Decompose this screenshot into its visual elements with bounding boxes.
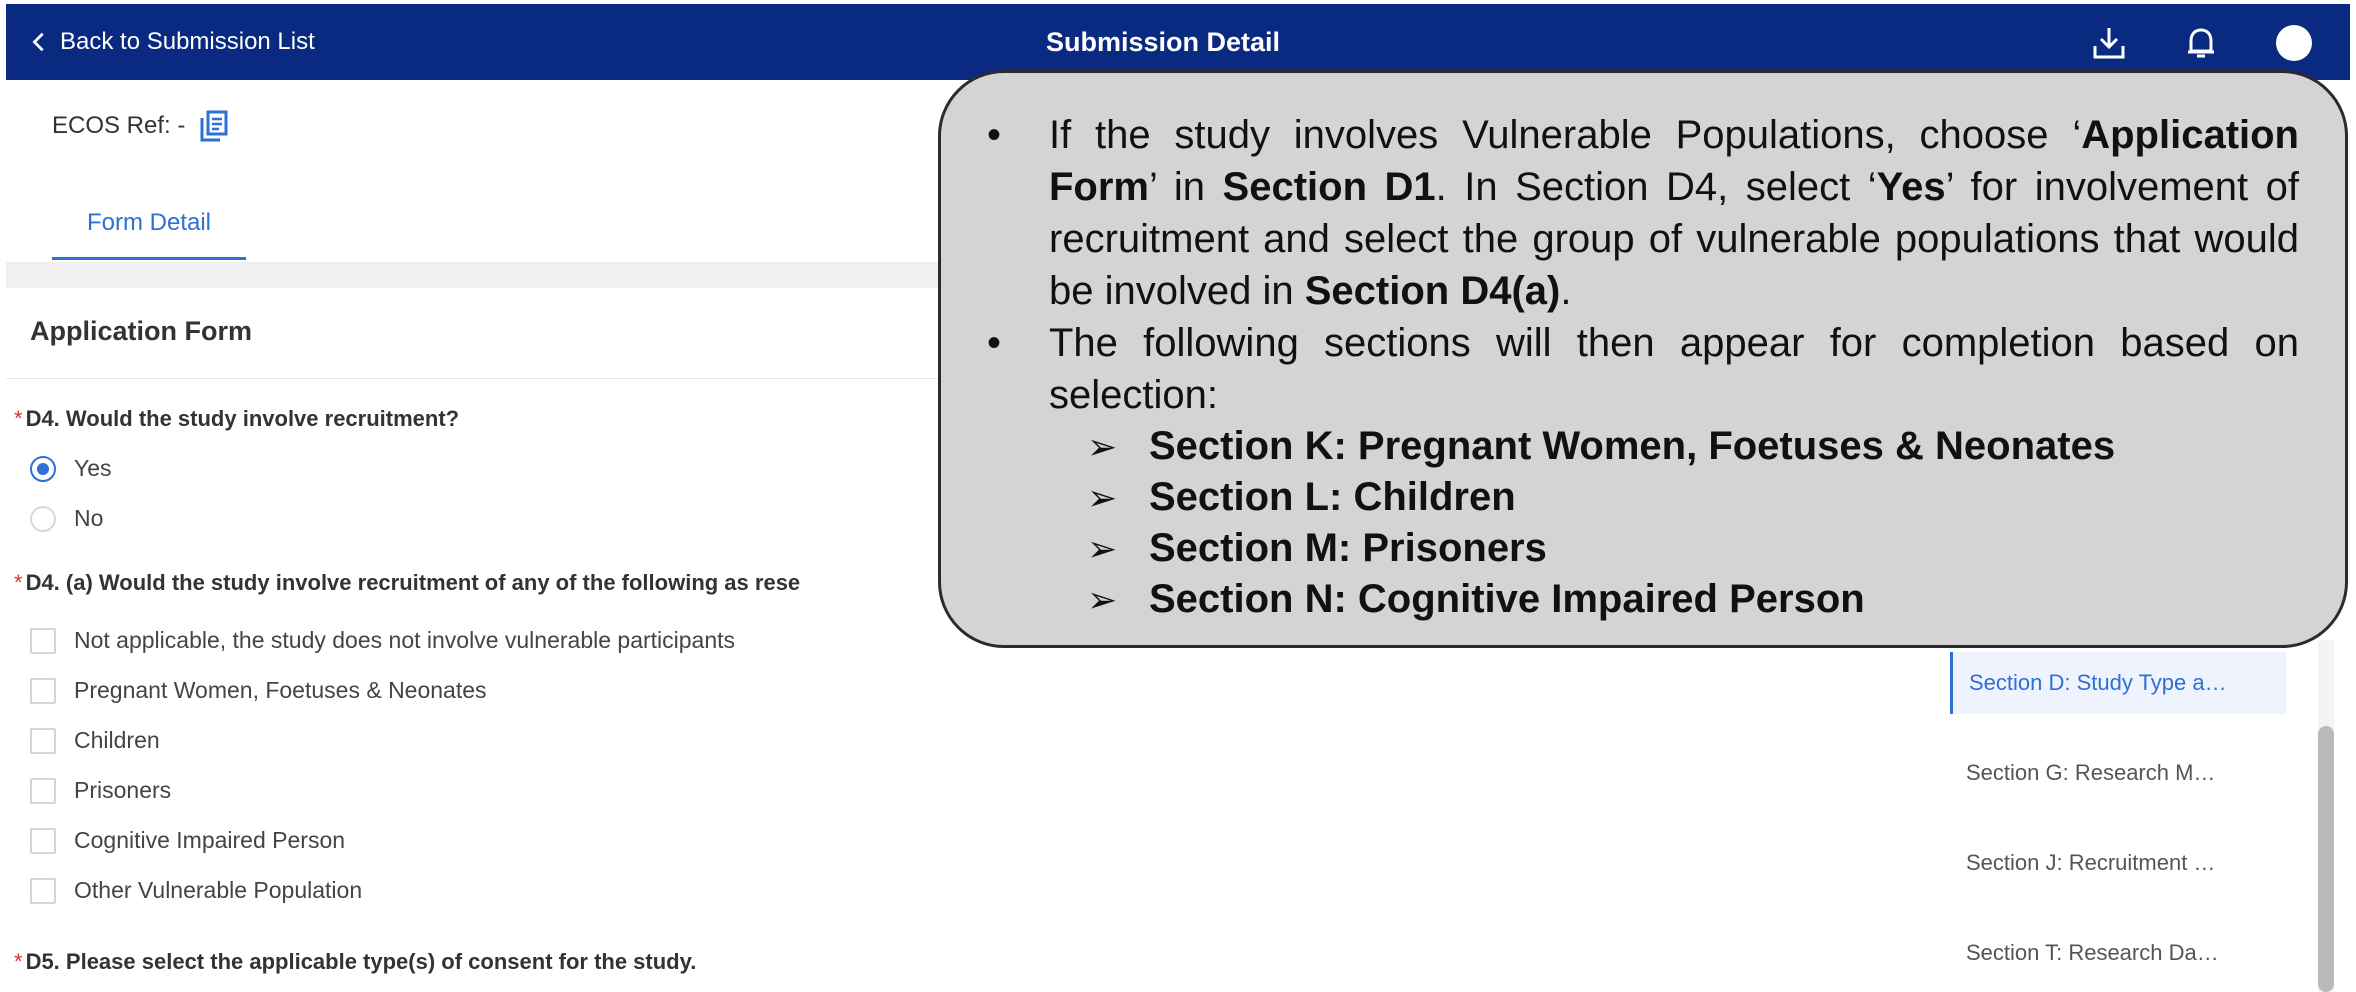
required-marker: * bbox=[14, 406, 23, 431]
checkbox-option-prisoners[interactable]: Prisoners bbox=[30, 777, 171, 804]
checkbox-label: Prisoners bbox=[74, 777, 172, 803]
checkbox-label: Children bbox=[74, 727, 160, 753]
section-list: Section K: Pregnant Women, Foetuses & Ne… bbox=[1087, 421, 2299, 625]
question-d4a: * D4. (a) Would the study involve recruit… bbox=[14, 570, 800, 596]
checkbox-option-pregnant-women[interactable]: Pregnant Women, Foetuses & Neonates bbox=[30, 677, 487, 704]
radio-button-selected[interactable] bbox=[30, 455, 56, 482]
radio-option-no[interactable]: No bbox=[30, 505, 103, 532]
back-to-submission-list-link[interactable]: Back to Submission List bbox=[28, 4, 315, 80]
instruction-bullet-2: The following sections will then appear … bbox=[987, 317, 2299, 625]
question-d4a-label: D4. (a) Would the study involve recruitm… bbox=[25, 570, 801, 595]
ecos-ref: ECOS Ref: - bbox=[52, 110, 229, 142]
section-list-item: Section N: Cognitive Impaired Person bbox=[1087, 574, 2299, 625]
form-section-title: Application Form bbox=[30, 316, 252, 346]
nav-item-section-j[interactable]: Section J: Recruitment … bbox=[1950, 832, 2286, 894]
copy-icon[interactable] bbox=[199, 110, 229, 142]
checkbox-label: Pregnant Women, Foetuses & Neonates bbox=[74, 677, 487, 703]
checkbox-option-children[interactable]: Children bbox=[30, 727, 160, 754]
instruction-list: If the study involves Vulnerable Populat… bbox=[941, 109, 2351, 625]
tab-form-detail-label: Form Detail bbox=[86, 209, 212, 236]
question-d5: * D5. Please select the applicable type(s… bbox=[14, 949, 696, 975]
question-d4-label: D4. Would the study involve recruitment? bbox=[25, 406, 460, 431]
required-marker: * bbox=[14, 570, 23, 595]
instruction-callout: If the study involves Vulnerable Populat… bbox=[938, 70, 2348, 648]
section-nav: Section D: Study Type a… Section G: Rese… bbox=[1950, 640, 2288, 992]
checkbox-label: Cognitive Impaired Person bbox=[74, 827, 346, 853]
scrollbar-thumb[interactable] bbox=[2318, 726, 2334, 992]
instruction-bullet-1: If the study involves Vulnerable Populat… bbox=[987, 109, 2299, 317]
radio-option-yes[interactable]: Yes bbox=[30, 455, 112, 482]
checkbox-option-cognitive-impaired[interactable]: Cognitive Impaired Person bbox=[30, 827, 345, 854]
ecos-ref-label: ECOS Ref: - bbox=[52, 112, 186, 139]
radio-option-yes-label: Yes bbox=[74, 455, 112, 481]
section-list-item: Section M: Prisoners bbox=[1087, 523, 2299, 574]
nav-item-section-g[interactable]: Section G: Research M… bbox=[1950, 742, 2286, 804]
checkbox[interactable] bbox=[30, 827, 56, 854]
back-link-label: Back to Submission List bbox=[60, 28, 315, 55]
nav-item-section-t[interactable]: Section T: Research Da… bbox=[1950, 922, 2286, 984]
tab-form-detail[interactable]: Form Detail bbox=[52, 200, 246, 260]
checkbox[interactable] bbox=[30, 677, 56, 704]
checkbox-option-other-vulnerable[interactable]: Other Vulnerable Population bbox=[30, 877, 362, 904]
checkbox-label: Not applicable, the study does not invol… bbox=[74, 627, 736, 653]
radio-option-no-label: No bbox=[74, 505, 104, 531]
section-list-item: Section L: Children bbox=[1087, 472, 2299, 523]
nav-item-section-d[interactable]: Section D: Study Type a… bbox=[1950, 652, 2286, 714]
question-d5-label: D5. Please select the applicable type(s)… bbox=[25, 949, 697, 974]
chevron-left-icon bbox=[32, 32, 44, 52]
checkbox-option-not-applicable[interactable]: Not applicable, the study does not invol… bbox=[30, 627, 735, 654]
checkbox[interactable] bbox=[30, 727, 56, 754]
required-marker: * bbox=[14, 949, 23, 974]
avatar[interactable] bbox=[2276, 25, 2312, 61]
top-header-bar: Back to Submission List Submission Detai… bbox=[6, 4, 2350, 80]
download-icon[interactable] bbox=[2090, 24, 2128, 62]
page-title: Submission Detail bbox=[1046, 27, 1281, 57]
checkbox-label: Other Vulnerable Population bbox=[74, 877, 363, 903]
active-tab-indicator bbox=[52, 257, 246, 260]
question-d4: * D4. Would the study involve recruitment… bbox=[14, 406, 459, 432]
bell-icon[interactable] bbox=[2182, 24, 2220, 62]
checkbox[interactable] bbox=[30, 777, 56, 804]
checkbox[interactable] bbox=[30, 877, 56, 904]
section-list-item: Section K: Pregnant Women, Foetuses & Ne… bbox=[1087, 421, 2299, 472]
checkbox[interactable] bbox=[30, 627, 56, 654]
radio-button[interactable] bbox=[30, 505, 56, 532]
